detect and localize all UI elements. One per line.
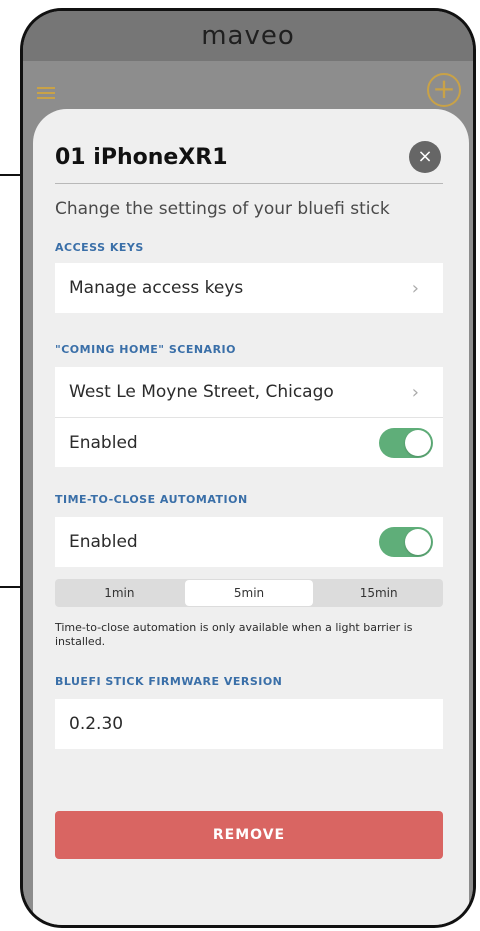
remove-button[interactable]: REMOVE [55, 811, 443, 859]
coming-home-card: West Le Moyne Street, Chicago › Enabled [55, 367, 443, 467]
coming-home-toggle[interactable] [379, 428, 433, 458]
time-to-close-enabled-label: Enabled [69, 532, 138, 552]
section-label-firmware: BLUEFI STICK FIRMWARE VERSION [55, 675, 283, 688]
time-to-close-duration-selector: 1min 5min 15min [55, 579, 443, 607]
app-header: maveo [23, 11, 473, 61]
sheet-subtitle: Change the settings of your bluefi stick [55, 199, 390, 219]
time-to-close-enabled-row: Enabled [55, 517, 443, 567]
toggle-knob [405, 529, 431, 555]
section-label-access-keys: ACCESS KEYS [55, 241, 144, 254]
segment-15min[interactable]: 15min [314, 579, 443, 607]
coming-home-address: West Le Moyne Street, Chicago [69, 382, 334, 402]
settings-sheet: 01 iPhoneXR1 × Change the settings of yo… [33, 109, 469, 925]
chevron-right-icon: › [411, 381, 419, 403]
firmware-version-row: 0.2.30 [55, 699, 443, 749]
segment-5min[interactable]: 5min [184, 580, 314, 606]
segment-1min[interactable]: 1min [55, 579, 184, 607]
maveo-logo: maveo [201, 21, 295, 51]
title-divider [55, 183, 443, 184]
firmware-version: 0.2.30 [69, 714, 124, 734]
close-icon[interactable]: × [409, 141, 441, 173]
time-to-close-note: Time-to-close automation is only availab… [55, 621, 413, 648]
manage-access-keys-label: Manage access keys [69, 278, 244, 298]
section-label-coming-home: "COMING HOME" SCENARIO [55, 343, 236, 356]
phone-frame: maveo + 01 iPhoneXR1 × Change the settin… [20, 8, 476, 928]
toggle-knob [405, 430, 431, 456]
add-plus-button[interactable]: + [427, 73, 461, 107]
device-title: 01 iPhoneXR1 [55, 145, 228, 170]
coming-home-enabled-label: Enabled [69, 432, 138, 453]
hamburger-menu-icon[interactable] [37, 87, 55, 102]
time-to-close-toggle[interactable] [379, 527, 433, 557]
manage-access-keys-row[interactable]: Manage access keys › [55, 263, 443, 313]
coming-home-enabled-row: Enabled [55, 417, 443, 467]
chevron-right-icon: › [411, 277, 419, 299]
coming-home-address-row[interactable]: West Le Moyne Street, Chicago › [55, 367, 443, 417]
time-to-close-card: Enabled [55, 517, 443, 567]
firmware-card: 0.2.30 [55, 699, 443, 749]
access-keys-card: Manage access keys › [55, 263, 443, 313]
section-label-time-to-close: TIME-TO-CLOSE AUTOMATION [55, 493, 248, 506]
